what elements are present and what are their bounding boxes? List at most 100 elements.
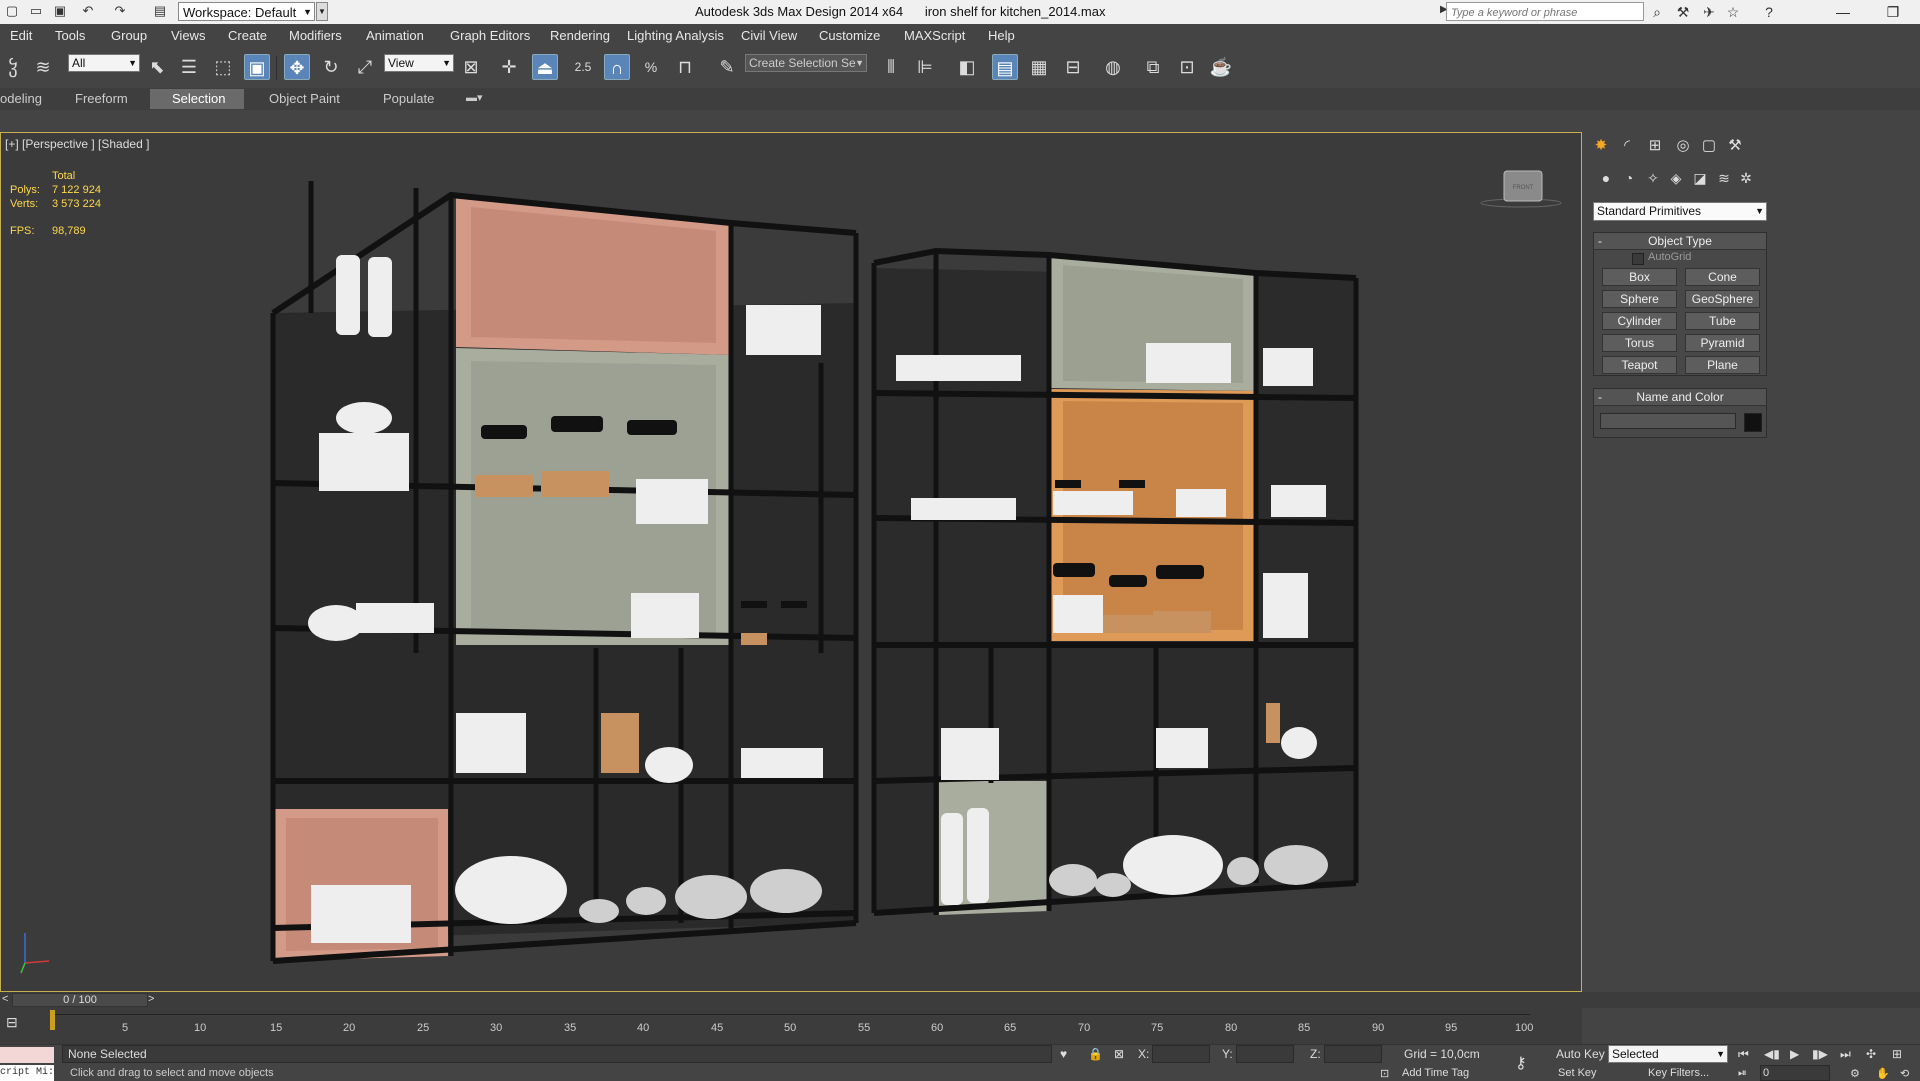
- menu-help[interactable]: Help: [988, 28, 1015, 43]
- menu-rendering[interactable]: Rendering: [550, 28, 610, 43]
- save-icon[interactable]: ▣: [52, 3, 68, 19]
- helpers-icon[interactable]: ◪: [1689, 168, 1711, 188]
- edit-named-selection-icon[interactable]: ✎: [714, 54, 740, 80]
- open-file-icon[interactable]: ▭: [28, 3, 44, 19]
- menu-customize[interactable]: Customize: [819, 28, 880, 43]
- select-object-icon[interactable]: ⬉: [144, 54, 170, 80]
- hierarchy-tab-icon[interactable]: ⊞: [1643, 135, 1667, 157]
- time-slider[interactable]: 0 / 100: [12, 993, 148, 1007]
- pivot-center-icon[interactable]: ⊠: [458, 54, 484, 80]
- pan-view-icon[interactable]: ✋: [1876, 1067, 1890, 1080]
- select-by-name-icon[interactable]: ☰: [176, 54, 202, 80]
- infocenter-search[interactable]: [1446, 2, 1644, 22]
- display-tab-icon[interactable]: ▢: [1697, 135, 1721, 157]
- select-rotate-icon[interactable]: ↻: [318, 54, 344, 80]
- rectangular-selection-icon[interactable]: ⬚: [210, 54, 236, 80]
- menu-civil-view[interactable]: Civil View: [741, 28, 797, 43]
- next-frame-icon[interactable]: >: [148, 993, 154, 1005]
- search-input[interactable]: [1447, 3, 1643, 22]
- workspace-dropdown[interactable]: Workspace: Default ▼: [178, 2, 315, 21]
- menu-lighting-analysis[interactable]: Lighting Analysis: [627, 28, 724, 43]
- maxscript-listener[interactable]: [0, 1047, 54, 1063]
- render-production-icon[interactable]: ☕: [1208, 54, 1234, 80]
- next-key-icon[interactable]: ▮▶: [1812, 1047, 1828, 1061]
- perspective-viewport[interactable]: [+] [Perspective ] [Shaded ] Total Polys…: [0, 132, 1582, 992]
- shapes-icon[interactable]: ◔: [1618, 168, 1640, 188]
- lights-icon[interactable]: ✧: [1642, 168, 1664, 188]
- object-name-field[interactable]: [1600, 413, 1736, 429]
- binoculars-icon[interactable]: ⌕: [1648, 3, 1666, 21]
- reference-coordinate-dropdown[interactable]: View ▼: [384, 54, 454, 72]
- current-frame-field[interactable]: [1760, 1065, 1830, 1081]
- graphite-ribbon-icon[interactable]: ▤: [992, 54, 1018, 80]
- selection-filter-dropdown[interactable]: All ▼: [68, 54, 140, 72]
- menu-maxscript[interactable]: MAXScript: [904, 28, 965, 43]
- menu-tools[interactable]: Tools: [55, 28, 85, 43]
- bind-space-warp-icon[interactable]: ≋: [30, 54, 56, 80]
- select-scale-icon[interactable]: ⤢: [352, 54, 378, 80]
- cameras-icon[interactable]: ◈: [1665, 168, 1687, 188]
- orbit-icon[interactable]: ⟲: [1900, 1067, 1909, 1080]
- previous-frame-icon[interactable]: ◀▮: [1764, 1047, 1780, 1061]
- track-bar[interactable]: ⊟ 5 10 15 20 25 30 35 40 45 50 55 60 65 …: [0, 1008, 1582, 1044]
- key-mode-toggle-icon[interactable]: ⏯: [1738, 1067, 1747, 1080]
- play-icon[interactable]: ▶: [1790, 1047, 1799, 1061]
- isolate-icon[interactable]: ♥: [1060, 1047, 1067, 1061]
- tab-modeling[interactable]: odeling: [0, 91, 42, 106]
- torus-button[interactable]: Torus: [1602, 334, 1677, 352]
- go-to-end-icon[interactable]: ⏭: [1840, 1047, 1851, 1062]
- layer-manager-icon[interactable]: ◧: [954, 54, 980, 80]
- systems-icon[interactable]: ✲: [1735, 168, 1757, 188]
- x-coordinate-field[interactable]: [1152, 1045, 1210, 1063]
- spinner-snap-icon[interactable]: ⊓: [672, 54, 698, 80]
- modify-tab-icon[interactable]: ◜: [1615, 135, 1639, 157]
- tab-object-paint[interactable]: Object Paint: [269, 91, 340, 106]
- tab-populate[interactable]: Populate: [383, 91, 434, 106]
- field-of-view-icon[interactable]: ⊞: [1892, 1047, 1902, 1061]
- angle-snap-icon[interactable]: ∩: [604, 54, 630, 80]
- utilities-tab-icon[interactable]: ⚒: [1723, 135, 1747, 157]
- prev-frame-icon[interactable]: <: [2, 993, 8, 1005]
- name-and-color-header[interactable]: - Name and Color: [1594, 389, 1766, 406]
- plane-button[interactable]: Plane: [1685, 356, 1760, 374]
- cone-button[interactable]: Cone: [1685, 268, 1760, 286]
- maxscript-mini-listener[interactable]: cript Mi:: [0, 1065, 54, 1081]
- auto-key-button[interactable]: Auto Key: [1556, 1047, 1605, 1061]
- set-key-button[interactable]: Set Key: [1558, 1067, 1597, 1079]
- time-marker[interactable]: [50, 1010, 55, 1030]
- box-button[interactable]: Box: [1602, 268, 1677, 286]
- favorites-star-icon[interactable]: ☆: [1724, 3, 1742, 21]
- restore-button[interactable]: ❐: [1870, 0, 1916, 24]
- default-key-icon[interactable]: ⚷: [1515, 1053, 1527, 1073]
- viewcube[interactable]: FRONT: [1480, 170, 1562, 208]
- teapot-button[interactable]: Teapot: [1602, 356, 1677, 374]
- redo-icon[interactable]: ↷: [112, 3, 128, 19]
- render-setup-icon[interactable]: ⧉: [1140, 54, 1166, 80]
- selection-lock-icon[interactable]: 🔒: [1088, 1047, 1103, 1061]
- menu-modifiers[interactable]: Modifiers: [289, 28, 342, 43]
- go-to-start-icon[interactable]: ⏮: [1738, 1047, 1749, 1062]
- menu-edit[interactable]: Edit: [10, 28, 32, 43]
- autogrid-checkbox[interactable]: [1632, 253, 1644, 265]
- subscription-icon[interactable]: ✈: [1700, 3, 1718, 21]
- absolute-mode-icon[interactable]: ⊠: [1114, 1047, 1124, 1061]
- menu-create[interactable]: Create: [228, 28, 267, 43]
- new-file-icon[interactable]: ▢: [4, 3, 20, 19]
- tube-button[interactable]: Tube: [1685, 312, 1760, 330]
- select-manipulate-icon[interactable]: ✛: [496, 54, 522, 80]
- key-mode-dropdown[interactable]: Selected ▼: [1608, 1045, 1728, 1063]
- curve-editor-icon[interactable]: ▦: [1026, 54, 1052, 80]
- percent-snap-icon[interactable]: %: [638, 54, 664, 80]
- menu-views[interactable]: Views: [171, 28, 205, 43]
- create-tab-sun-icon[interactable]: ✸: [1589, 135, 1613, 157]
- menu-group[interactable]: Group: [111, 28, 147, 43]
- pyramid-button[interactable]: Pyramid: [1685, 334, 1760, 352]
- y-coordinate-field[interactable]: [1236, 1045, 1294, 1063]
- help-icon[interactable]: ?: [1760, 3, 1778, 21]
- z-coordinate-field[interactable]: [1324, 1045, 1382, 1063]
- ribbon-options-icon[interactable]: ▬▾: [466, 91, 483, 104]
- mirror-icon[interactable]: ⫴: [878, 54, 904, 80]
- geometry-sphere-icon[interactable]: ●: [1595, 168, 1617, 188]
- sphere-button[interactable]: Sphere: [1602, 290, 1677, 308]
- link-icon[interactable]: ჴ: [0, 54, 26, 80]
